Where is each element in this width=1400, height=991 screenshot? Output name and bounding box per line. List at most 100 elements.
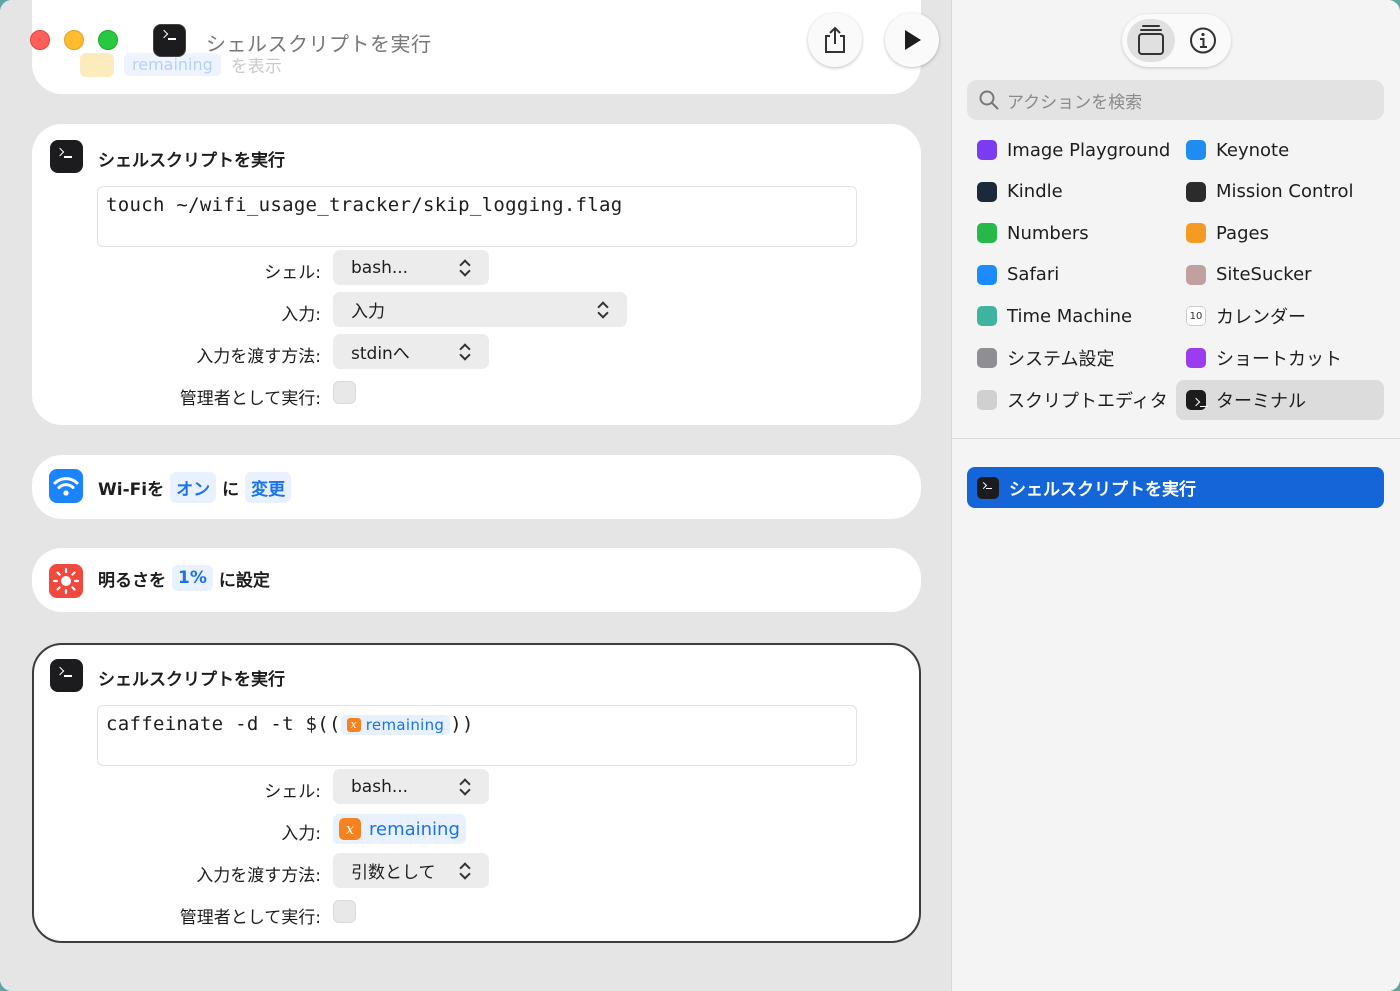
- shell-script-action-2[interactable]: シェルスクリプトを実行 caffeinate -d -t $((x remaini…: [32, 643, 921, 943]
- library-tab[interactable]: [1127, 19, 1175, 62]
- script-editor-field[interactable]: caffeinate -d -t $((x remaining)): [97, 705, 857, 766]
- input-select-value: 入力: [351, 302, 385, 322]
- script-text-prefix: caffeinate -d -t $((: [106, 713, 341, 735]
- app-item[interactable]: Image Playground: [967, 130, 1175, 170]
- pass-input-select[interactable]: 引数として: [333, 853, 489, 888]
- script-editor-field[interactable]: touch ~/wifi_usage_tracker/skip_logging.…: [97, 186, 857, 247]
- app-item[interactable]: Pages: [1176, 213, 1384, 253]
- app-item[interactable]: Safari: [967, 255, 1175, 295]
- app-item-label: ターミナル: [1216, 390, 1306, 412]
- zoom-button[interactable]: [98, 30, 118, 50]
- window-title: シェルスクリプトを実行: [206, 32, 432, 56]
- terminal-icon: [50, 659, 83, 692]
- share-button[interactable]: [808, 13, 862, 67]
- input-variable-chip[interactable]: x remaining: [333, 814, 466, 844]
- input-label: 入力:: [281, 305, 321, 325]
- input-label: 入力:: [281, 824, 321, 844]
- wifi-mid: に: [222, 480, 240, 500]
- pass-input-label: 入力を渡す方法:: [196, 866, 321, 886]
- wifi-state-param[interactable]: オン: [170, 472, 217, 503]
- numbers-icon: [977, 223, 997, 244]
- shell-select[interactable]: bash...: [333, 769, 489, 804]
- chevron-updown-icon: [597, 301, 609, 319]
- app-item[interactable]: SiteSucker: [1176, 255, 1384, 295]
- app-item[interactable]: システム設定: [967, 338, 1175, 378]
- brightness-prefix: 明るさを: [98, 570, 166, 591]
- chevron-updown-icon: [459, 343, 471, 361]
- script-text-suffix: )): [450, 713, 474, 735]
- shell-label: シェル:: [264, 263, 321, 283]
- input-select[interactable]: 入力: [333, 292, 627, 327]
- script-editor-icon: [977, 389, 997, 410]
- app-item-label: スクリプトエディタ: [1007, 390, 1168, 412]
- play-icon: [905, 30, 921, 50]
- chevron-updown-icon: [459, 862, 471, 880]
- run-as-admin-label: 管理者として実行:: [179, 389, 321, 409]
- keynote-icon: [1186, 140, 1206, 160]
- search-icon: [979, 90, 999, 110]
- app-item[interactable]: Numbers: [967, 213, 1175, 253]
- safari-icon: [977, 264, 997, 285]
- set-wifi-action[interactable]: Wi-Fiを オン に 変更: [32, 455, 921, 519]
- shortcuts-icon: [1186, 348, 1206, 368]
- app-item-label: システム設定: [1007, 349, 1115, 370]
- pass-input-select-value: stdinへ: [351, 344, 410, 364]
- run-as-admin-checkbox[interactable]: [333, 381, 356, 404]
- info-icon: [1190, 27, 1216, 54]
- shell-select[interactable]: bash...: [333, 250, 489, 285]
- terminal-icon: [977, 476, 999, 499]
- brightness-suffix: に設定: [218, 570, 270, 591]
- app-item-label: ショートカット: [1216, 349, 1342, 370]
- wifi-prefix: Wi-Fiを: [98, 480, 165, 500]
- wifi-operation-param[interactable]: 変更: [245, 472, 292, 503]
- app-item-label: Image Playground: [1007, 139, 1171, 161]
- terminal-icon: [50, 140, 83, 173]
- run-button[interactable]: [885, 13, 939, 67]
- terminal-icon: [1186, 389, 1208, 410]
- app-item[interactable]: Time Machine: [967, 296, 1175, 336]
- sidebar-mode-segmented-control[interactable]: [1122, 14, 1231, 67]
- app-item[interactable]: ターミナル: [1176, 379, 1384, 420]
- shell-select-value: bash...: [351, 257, 409, 278]
- close-button[interactable]: [30, 30, 50, 50]
- calendar-icon: 10: [1186, 306, 1206, 327]
- shell-label: シェル:: [264, 782, 321, 802]
- app-item[interactable]: スクリプトエディタ: [967, 380, 1175, 420]
- app-item[interactable]: Kindle: [967, 172, 1175, 212]
- share-icon: [825, 26, 845, 53]
- action-result-run-shell-script[interactable]: シェルスクリプトを実行: [967, 467, 1384, 508]
- action-search-field[interactable]: アクションを検索: [967, 80, 1384, 120]
- run-as-admin-checkbox[interactable]: [333, 900, 356, 923]
- app-item[interactable]: Keynote: [1176, 130, 1384, 170]
- shortcuts-window: remaining を表示 シェルスクリプトを実行 シェルスクリプトを実行 to…: [0, 0, 1400, 991]
- app-item-label: Kindle: [1007, 181, 1063, 203]
- shell-select-value: bash...: [351, 776, 409, 797]
- mission-control-icon: [1186, 181, 1206, 202]
- app-item[interactable]: Mission Control: [1176, 172, 1384, 212]
- remaining-variable-chip[interactable]: x remaining: [340, 714, 451, 735]
- minimize-button[interactable]: [64, 30, 84, 50]
- editor-pane: remaining を表示 シェルスクリプトを実行 シェルスクリプトを実行 to…: [0, 0, 951, 991]
- chevron-updown-icon: [459, 259, 471, 277]
- app-list: Image Playground Keynote Kindle Mission Con…: [967, 130, 1384, 438]
- app-item-label: Keynote: [1216, 139, 1290, 161]
- action-title: シェルスクリプトを実行: [98, 151, 285, 171]
- pages-icon: [1186, 223, 1206, 244]
- kindle-icon: [977, 181, 997, 202]
- wifi-icon: [49, 469, 83, 503]
- shell-script-action-1[interactable]: シェルスクリプトを実行 touch ~/wifi_usage_tracker/s…: [32, 124, 921, 425]
- image-playground-icon: [977, 140, 997, 160]
- pass-input-select[interactable]: stdinへ: [333, 334, 489, 369]
- brightness-value-param[interactable]: 1%: [172, 565, 213, 591]
- time-machine-icon: [977, 306, 997, 327]
- run-as-admin-label: 管理者として実行:: [179, 908, 321, 928]
- sitesucker-icon: [1186, 264, 1206, 285]
- app-item[interactable]: 10 カレンダー: [1176, 296, 1384, 336]
- action-title: シェルスクリプトを実行: [98, 670, 285, 690]
- set-brightness-action[interactable]: 明るさを 1% に設定: [32, 548, 921, 612]
- app-item[interactable]: ショートカット: [1176, 338, 1384, 378]
- details-tab[interactable]: [1180, 19, 1226, 62]
- wifi-sentence: Wi-Fiを オン に 変更: [98, 472, 292, 503]
- variable-x-icon: x: [346, 717, 361, 732]
- system-settings-icon: [977, 348, 997, 368]
